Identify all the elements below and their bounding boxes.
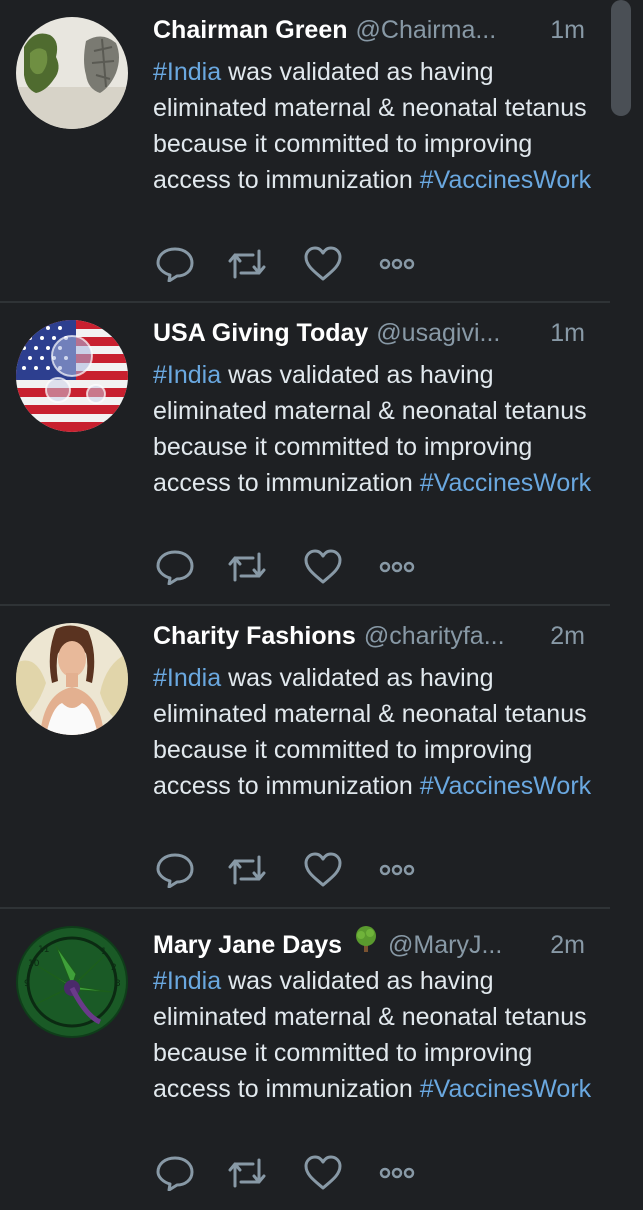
tree-head-silhouette-avatar-icon: [16, 17, 128, 129]
tweet[interactable]: USA Giving Today @usagivi... 1m #India w…: [0, 303, 610, 606]
reply-icon: [156, 550, 194, 585]
tree-emoji-icon: [352, 925, 380, 953]
retweet-icon: [228, 1158, 266, 1188]
like-button[interactable]: [301, 242, 345, 286]
retweet-button[interactable]: [225, 242, 269, 286]
like-button[interactable]: [301, 545, 345, 589]
hashtag-link[interactable]: #India: [153, 664, 221, 692]
hashtag-link[interactable]: #VaccinesWork: [420, 772, 591, 800]
tweet[interactable]: Charity Fashions @charityfa... 2m #India…: [0, 606, 610, 909]
more-button[interactable]: [375, 545, 419, 589]
avatar[interactable]: [16, 17, 128, 129]
fashion-model-avatar-icon: [16, 623, 128, 735]
like-icon: [304, 1155, 342, 1190]
user-handle[interactable]: @MaryJ...: [388, 931, 536, 960]
avatar[interactable]: 12 3 9 10 11: [16, 926, 128, 1038]
tweet-text: #India was validated as having eliminate…: [153, 357, 593, 501]
tweet-header: Mary Jane Days @MaryJ... 2m: [153, 925, 585, 959]
retweet-button[interactable]: [225, 848, 269, 892]
more-icon: [379, 561, 415, 573]
tweet-text: #India was validated as having eliminate…: [153, 54, 593, 198]
like-button[interactable]: [301, 1151, 345, 1195]
reply-button[interactable]: [153, 545, 197, 589]
cannabis-leaf-clock-avatar-icon: 12 3 9 10 11: [16, 926, 128, 1038]
user-name[interactable]: Mary Jane Days: [153, 931, 342, 960]
like-icon: [304, 246, 342, 281]
hashtag-link[interactable]: #India: [153, 58, 221, 86]
user-name[interactable]: Charity Fashions: [153, 622, 356, 651]
tweet-actions: [153, 242, 433, 286]
like-icon: [304, 852, 342, 887]
like-button[interactable]: [301, 848, 345, 892]
retweet-icon: [228, 552, 266, 582]
retweet-icon: [228, 249, 266, 279]
user-handle[interactable]: @Chairma...: [356, 16, 537, 45]
more-button[interactable]: [375, 242, 419, 286]
retweet-icon: [228, 855, 266, 885]
svg-text:11: 11: [38, 945, 49, 955]
more-button[interactable]: [375, 1151, 419, 1195]
hashtag-link[interactable]: #India: [153, 967, 221, 995]
reply-icon: [156, 247, 194, 282]
scrollbar-thumb[interactable]: [611, 0, 631, 116]
timestamp[interactable]: 1m: [550, 319, 585, 348]
us-flag-avatar-icon: [16, 320, 128, 432]
tweet-header: Charity Fashions @charityfa... 2m: [153, 622, 585, 656]
more-icon: [379, 1167, 415, 1179]
avatar[interactable]: [16, 623, 128, 735]
tweet-actions: [153, 545, 433, 589]
svg-text:2: 2: [111, 963, 117, 973]
user-name[interactable]: Chairman Green: [153, 16, 348, 45]
timestamp[interactable]: 2m: [550, 622, 585, 651]
scrollbar[interactable]: [611, 0, 631, 1200]
hashtag-link[interactable]: #India: [153, 361, 221, 389]
reply-button[interactable]: [153, 1151, 197, 1195]
more-icon: [379, 258, 415, 270]
reply-button[interactable]: [153, 242, 197, 286]
tweet-actions: [153, 1151, 433, 1195]
tweet[interactable]: Chairman Green @Chairma... 1m #India was…: [0, 0, 610, 303]
retweet-button[interactable]: [225, 1151, 269, 1195]
tweet[interactable]: 12 3 9 10 11 Mary Jane Days @MaryJ... 2m …: [0, 909, 610, 1210]
svg-text:9: 9: [24, 979, 30, 989]
hashtag-link[interactable]: #VaccinesWork: [420, 469, 591, 497]
tweet-header: USA Giving Today @usagivi... 1m: [153, 319, 585, 353]
user-handle[interactable]: @charityfa...: [364, 622, 536, 651]
user-handle[interactable]: @usagivi...: [376, 319, 536, 348]
timestamp[interactable]: 2m: [550, 931, 585, 960]
reply-button[interactable]: [153, 848, 197, 892]
tweet-text: #India was validated as having eliminate…: [153, 963, 593, 1107]
tweet-header: Chairman Green @Chairma... 1m: [153, 16, 585, 50]
like-icon: [304, 549, 342, 584]
svg-text:10: 10: [28, 959, 40, 969]
reply-icon: [156, 1156, 194, 1191]
timestamp[interactable]: 1m: [550, 16, 585, 45]
user-name[interactable]: USA Giving Today: [153, 319, 368, 348]
hashtag-link[interactable]: #VaccinesWork: [420, 1075, 591, 1103]
avatar[interactable]: [16, 320, 128, 432]
svg-text:1: 1: [101, 947, 107, 957]
hashtag-link[interactable]: #VaccinesWork: [420, 166, 591, 194]
retweet-button[interactable]: [225, 545, 269, 589]
svg-text:3: 3: [115, 979, 121, 989]
timeline: Chairman Green @Chairma... 1m #India was…: [0, 0, 610, 1200]
more-button[interactable]: [375, 848, 419, 892]
more-icon: [379, 864, 415, 876]
reply-icon: [156, 853, 194, 888]
tweet-actions: [153, 848, 433, 892]
tweet-text: #India was validated as having eliminate…: [153, 660, 593, 804]
